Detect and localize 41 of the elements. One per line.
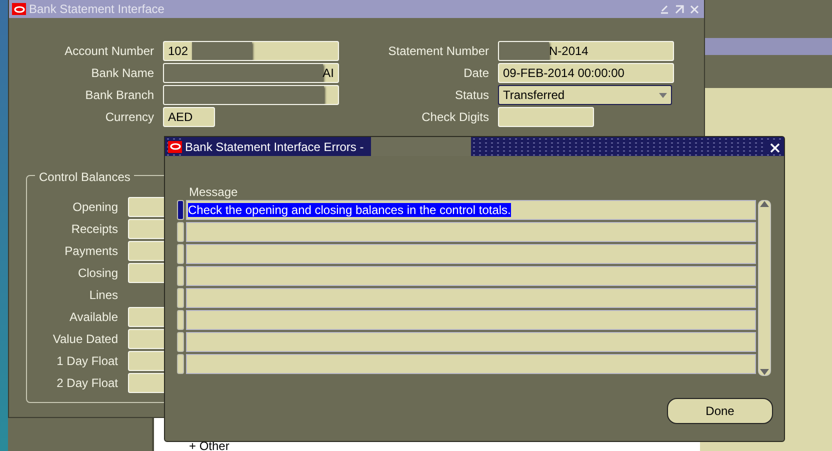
field-label: Value Dated — [52, 331, 118, 348]
field-label: Currency — [104, 109, 154, 126]
table-cell: Check the opening and closing balances in the control totals. — [186, 200, 756, 220]
column-header: Message — [189, 186, 239, 198]
window-title: Bank Statement Interface — [29, 1, 164, 18]
text-field[interactable] — [163, 85, 339, 105]
field-label: Date — [462, 65, 489, 82]
scrollbar[interactable] — [758, 200, 771, 376]
dropdown[interactable]: Transferred — [498, 85, 672, 105]
text-field[interactable]: AED — [163, 107, 215, 127]
scroll-down-icon[interactable] — [760, 369, 769, 375]
tree-item[interactable]: + Other — [189, 439, 230, 451]
field-label: Statement Number — [387, 43, 489, 60]
field-label: Available — [68, 309, 118, 326]
field-label: Closing — [76, 265, 118, 282]
text-field[interactable] — [498, 107, 594, 127]
field-label: Opening — [72, 199, 118, 216]
text-field[interactable]: AI — [163, 63, 339, 83]
oracle-logo-icon — [12, 3, 26, 15]
window-title: Bank Statement Interface Errors - — [185, 138, 368, 156]
redacted-area — [192, 42, 252, 60]
field-label: Lines — [88, 287, 118, 304]
field-label: Bank Branch — [84, 87, 154, 104]
text-field[interactable]: N-2014 — [498, 41, 674, 61]
field-label: 2 Day Float — [56, 375, 118, 392]
dropdown-arrow-icon — [659, 92, 667, 98]
close-icon[interactable] — [766, 140, 784, 154]
field-label: Receipts — [70, 221, 118, 238]
redacted-area — [499, 42, 549, 60]
row-indicator[interactable] — [177, 200, 184, 220]
field-label: Account Number — [64, 43, 154, 60]
field-label: 1 Day Float — [56, 353, 118, 370]
text-field[interactable]: 102 — [163, 41, 339, 61]
field-label: Payments — [64, 243, 118, 260]
text-field[interactable]: 09-FEB-2014 00:00:00 — [498, 63, 674, 83]
field-label: Bank Name — [90, 65, 154, 82]
scroll-up-icon[interactable] — [760, 201, 769, 207]
done-button[interactable]: Done — [667, 398, 773, 424]
field-label: Status — [454, 87, 489, 104]
oracle-logo-icon — [168, 140, 182, 152]
field-label: Check Digits — [420, 109, 489, 126]
